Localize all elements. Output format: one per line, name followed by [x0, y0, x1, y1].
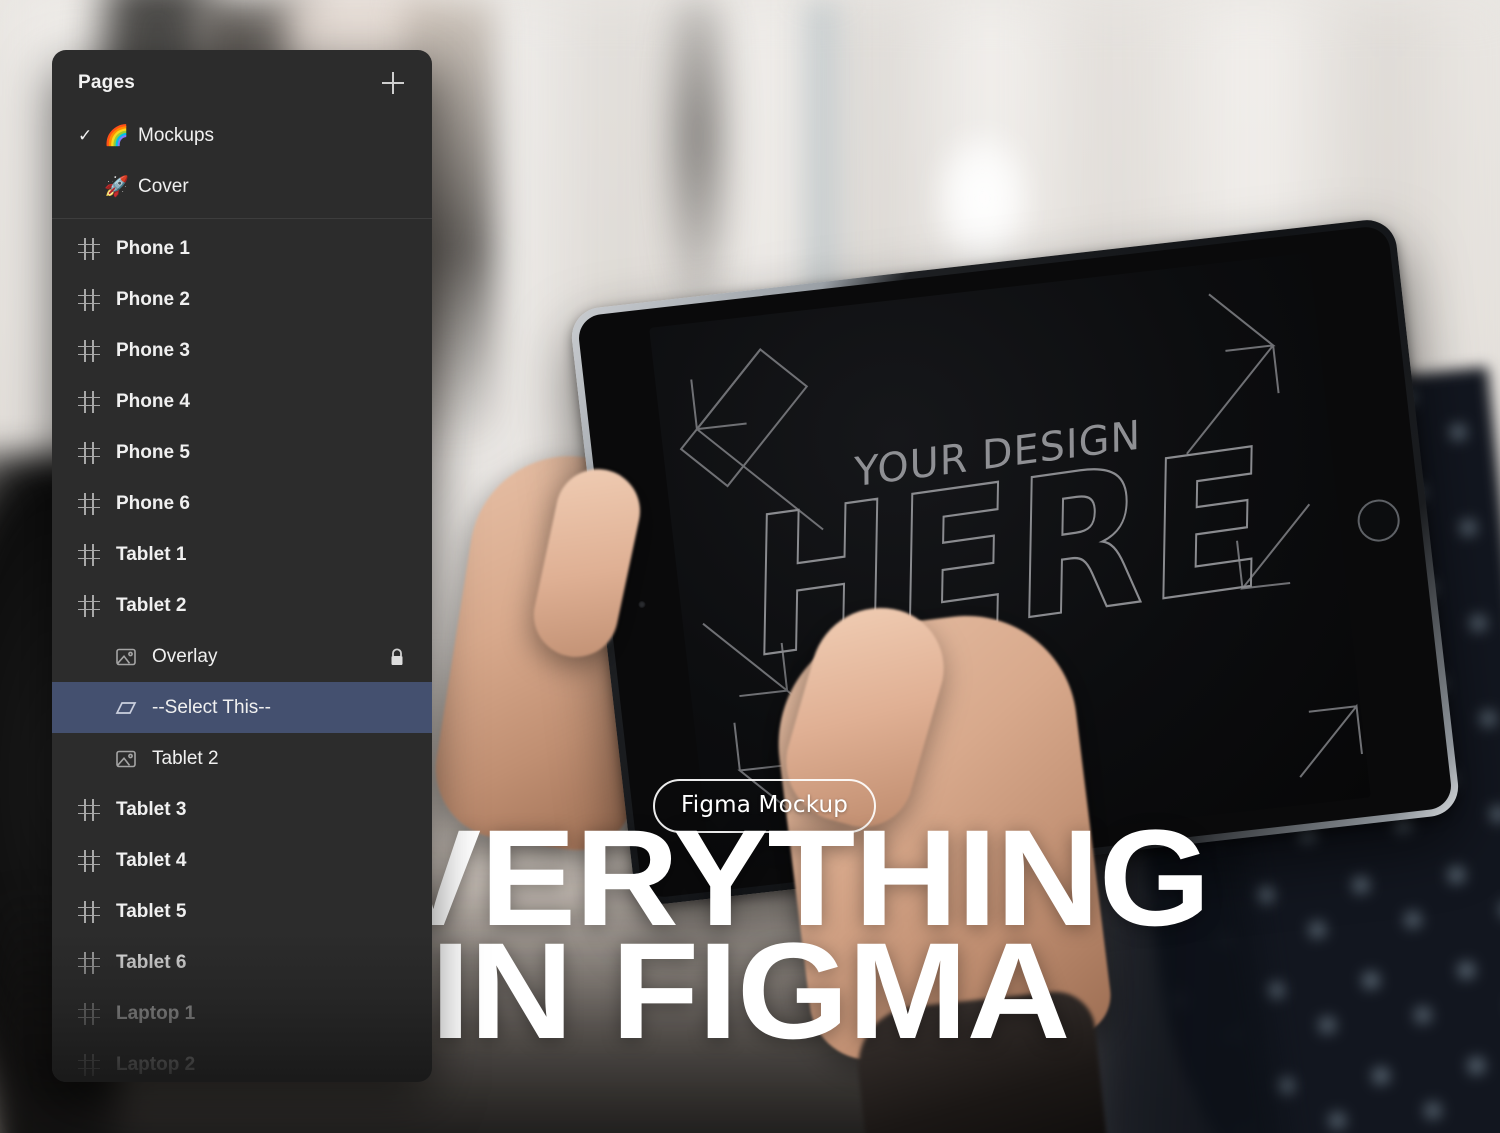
frame-icon: [78, 390, 100, 413]
ceiling-light-bokeh: [930, 124, 1035, 272]
layer-row-tablet-2[interactable]: Tablet 2: [52, 733, 432, 784]
page-row-label: Cover: [138, 175, 189, 197]
frame-row-label: Tablet 4: [116, 849, 187, 871]
frame-row-phone-5[interactable]: Phone 5: [52, 427, 432, 478]
page-title: Pages: [78, 72, 135, 93]
frame-icon: [78, 441, 100, 464]
frame-row-laptop-1[interactable]: Laptop 1: [52, 988, 432, 1039]
frame-row-tablet-6[interactable]: Tablet 6: [52, 937, 432, 988]
blurred-person-5: [660, 0, 735, 340]
frame-row-phone-2[interactable]: Phone 2: [52, 274, 432, 325]
frame-row-phone-6[interactable]: Phone 6: [52, 478, 432, 529]
frame-icon: [78, 288, 100, 311]
frame-row-tablet-3[interactable]: Tablet 3: [52, 784, 432, 835]
frame-row-label: Laptop 1: [116, 1002, 196, 1024]
page-row-cover[interactable]: 🚀 Cover: [52, 161, 432, 212]
layer-row-label: Tablet 2: [152, 747, 219, 769]
frame-icon: [78, 543, 100, 566]
frame-row-label: Phone 4: [116, 390, 190, 412]
image-icon: [114, 747, 138, 771]
frame-row-laptop-2[interactable]: Laptop 2: [52, 1039, 432, 1082]
frame-icon: [78, 849, 100, 872]
frame-row-phone-1[interactable]: Phone 1: [52, 223, 432, 274]
frame-icon: [78, 798, 100, 821]
page-row-label: Mockups: [138, 124, 215, 146]
check-icon: ✓: [78, 125, 93, 145]
frame-row-label: Phone 6: [116, 492, 190, 514]
frame-row-phone-3[interactable]: Phone 3: [52, 325, 432, 376]
frame-row-tablet-5[interactable]: Tablet 5: [52, 886, 432, 937]
frame-icon: [78, 1002, 100, 1025]
frames-list: Phone 1 Phone 2 Phone 3 Phone 4 Phone 5 Phone…: [52, 223, 432, 1082]
frame-icon: [78, 951, 100, 974]
pages-panel-header: Pages: [52, 50, 432, 110]
panel-divider: [52, 218, 432, 219]
page-row-mockups[interactable]: ✓ 🌈 Mockups: [52, 110, 432, 161]
layer-row-overlay[interactable]: Overlay: [52, 631, 432, 682]
frame-row-label: Laptop 2: [116, 1053, 196, 1075]
slice-icon: [114, 696, 138, 720]
frame-icon: [78, 1053, 100, 1076]
frame-icon: [78, 594, 100, 617]
layer-row-label: Overlay: [152, 645, 218, 667]
frame-row-label: Phone 5: [116, 441, 190, 463]
frame-row-tablet-4[interactable]: Tablet 4: [52, 835, 432, 886]
frame-row-phone-4[interactable]: Phone 4: [52, 376, 432, 427]
layer-row-select-this[interactable]: --Select This--: [52, 682, 432, 733]
frame-row-label: Tablet 2: [116, 594, 187, 616]
image-icon: [114, 645, 138, 669]
frame-icon: [78, 900, 100, 923]
frame-icon: [78, 492, 100, 515]
frame-icon: [78, 237, 100, 260]
pages-list: ✓ 🌈 Mockups 🚀 Cover: [52, 110, 432, 212]
frame-row-label: Phone 1: [116, 237, 190, 259]
add-page-button[interactable]: [380, 70, 406, 96]
frame-row-tablet-1[interactable]: Tablet 1: [52, 529, 432, 580]
frame-row-label: Tablet 1: [116, 543, 187, 565]
rainbow-emoji-icon: 🌈: [104, 124, 129, 147]
lock-icon[interactable]: [388, 647, 406, 667]
frame-row-label: Phone 3: [116, 339, 190, 361]
frame-row-label: Tablet 5: [116, 900, 187, 922]
frame-row-tablet-2[interactable]: Tablet 2: [52, 580, 432, 631]
frame-icon: [78, 339, 100, 362]
frame-row-label: Phone 2: [116, 288, 190, 310]
rocket-emoji-icon: 🚀: [104, 175, 129, 198]
pages-panel: Pages ✓ 🌈 Mockups 🚀 Cover Phone 1 Phone 2 Phon…: [52, 50, 432, 1082]
frame-row-label: Tablet 3: [116, 798, 187, 820]
layer-row-label: --Select This--: [152, 696, 271, 718]
frame-row-label: Tablet 6: [116, 951, 187, 973]
